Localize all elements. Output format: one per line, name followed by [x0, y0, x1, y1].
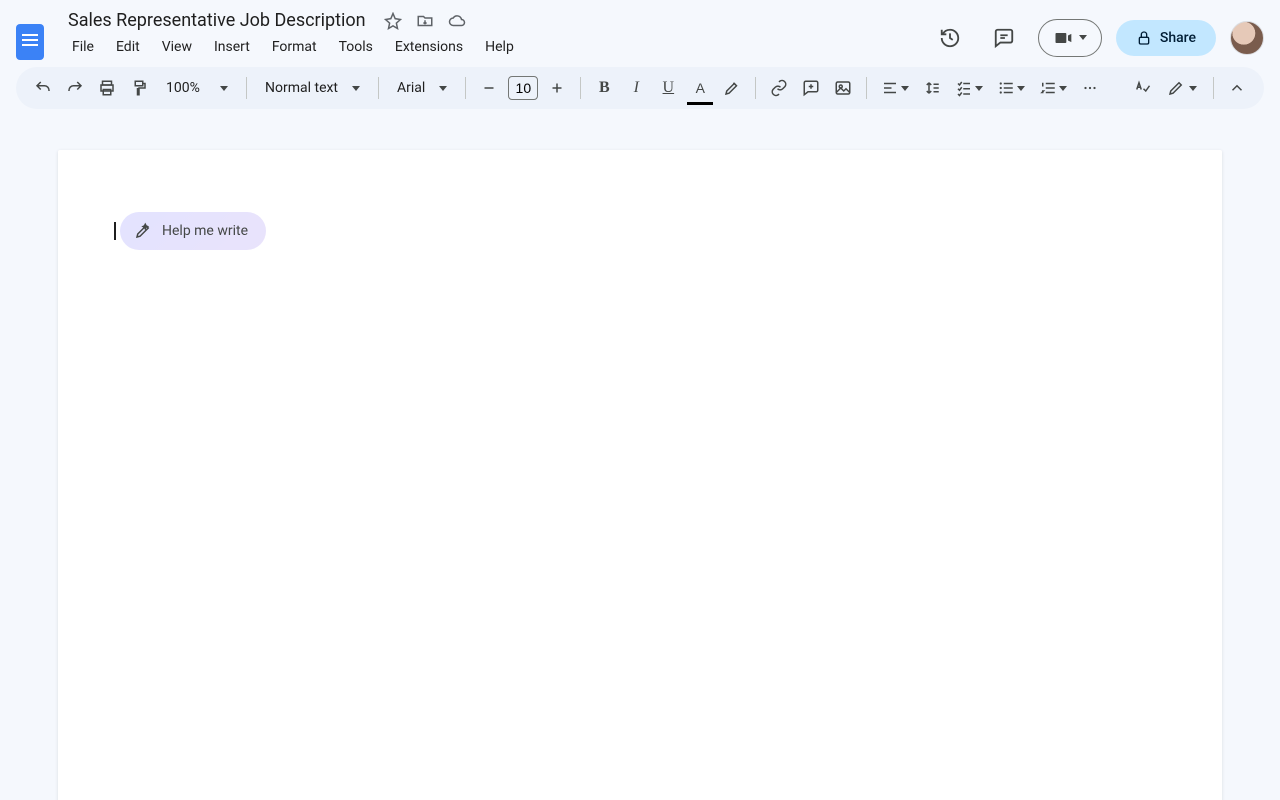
- italic-button[interactable]: I: [621, 73, 651, 103]
- paragraph-style-value: Normal text: [265, 80, 338, 96]
- insert-link-button[interactable]: [764, 73, 794, 103]
- underline-button[interactable]: U: [653, 73, 683, 103]
- font-family-value: Arial: [397, 80, 425, 96]
- align-button[interactable]: [875, 73, 915, 103]
- increase-font-size-button[interactable]: [542, 73, 572, 103]
- chevron-down-icon: [352, 86, 360, 91]
- star-icon[interactable]: [384, 12, 402, 30]
- chevron-down-icon: [439, 86, 447, 91]
- cloud-saved-icon[interactable]: [448, 12, 466, 30]
- menu-tools[interactable]: Tools: [329, 35, 383, 59]
- insert-image-button[interactable]: [828, 73, 858, 103]
- menu-bar: File Edit View Insert Format Tools Exten…: [62, 33, 524, 67]
- menu-insert[interactable]: Insert: [204, 35, 260, 59]
- chevron-down-icon: [975, 86, 983, 91]
- chevron-down-icon: [901, 86, 909, 91]
- font-size-input[interactable]: [508, 76, 538, 100]
- move-icon[interactable]: [416, 12, 434, 30]
- share-button[interactable]: Share: [1116, 20, 1216, 56]
- menu-help[interactable]: Help: [475, 35, 524, 59]
- separator: [755, 77, 756, 99]
- line-spacing-button[interactable]: [917, 73, 947, 103]
- zoom-dropdown[interactable]: 100%: [156, 73, 238, 103]
- menu-view[interactable]: View: [152, 35, 202, 59]
- magic-pen-icon: [134, 222, 152, 240]
- chevron-down-icon: [1059, 86, 1067, 91]
- add-comment-button[interactable]: [796, 73, 826, 103]
- separator: [1213, 77, 1214, 99]
- separator: [580, 77, 581, 99]
- chevron-down-icon: [220, 86, 228, 91]
- text-color-button[interactable]: A: [685, 73, 715, 103]
- print-button[interactable]: [92, 73, 122, 103]
- separator: [378, 77, 379, 99]
- font-family-dropdown[interactable]: Arial: [387, 73, 457, 103]
- spellcheck-button[interactable]: [1127, 73, 1157, 103]
- separator: [866, 77, 867, 99]
- decrease-font-size-button[interactable]: [474, 73, 504, 103]
- chevron-down-icon: [1017, 86, 1025, 91]
- document-title[interactable]: Sales Representative Job Description: [62, 8, 372, 33]
- chevron-down-icon: [1189, 86, 1197, 91]
- bulleted-list-button[interactable]: [991, 73, 1031, 103]
- menu-extensions[interactable]: Extensions: [385, 35, 473, 59]
- menu-format[interactable]: Format: [262, 35, 327, 59]
- docs-logo-icon[interactable]: [16, 24, 44, 60]
- bold-button[interactable]: B: [589, 73, 619, 103]
- more-options-button[interactable]: [1075, 73, 1105, 103]
- help-me-write-chip[interactable]: Help me write: [120, 212, 266, 250]
- paragraph-style-dropdown[interactable]: Normal text: [255, 73, 370, 103]
- version-history-icon[interactable]: [930, 18, 970, 58]
- text-cursor: [114, 222, 116, 240]
- redo-button[interactable]: [60, 73, 90, 103]
- document-page[interactable]: Help me write: [58, 150, 1222, 800]
- share-label: Share: [1160, 30, 1196, 46]
- undo-button[interactable]: [28, 73, 58, 103]
- comments-icon[interactable]: [984, 18, 1024, 58]
- menu-file[interactable]: File: [62, 35, 104, 59]
- separator: [246, 77, 247, 99]
- toolbar: 100% Normal text Arial B I U A: [16, 67, 1264, 109]
- menu-edit[interactable]: Edit: [106, 35, 150, 59]
- numbered-list-button[interactable]: [1033, 73, 1073, 103]
- chevron-down-icon: [1079, 35, 1087, 40]
- editing-mode-button[interactable]: [1159, 73, 1205, 103]
- document-canvas[interactable]: Help me write: [0, 120, 1280, 800]
- checklist-button[interactable]: [949, 73, 989, 103]
- title-bar: Sales Representative Job Description Fil…: [0, 0, 1280, 67]
- lock-icon: [1136, 30, 1152, 46]
- paint-format-button[interactable]: [124, 73, 154, 103]
- account-avatar[interactable]: [1230, 21, 1264, 55]
- highlight-color-button[interactable]: [717, 73, 747, 103]
- help-me-write-label: Help me write: [162, 223, 248, 239]
- meet-button[interactable]: [1038, 19, 1102, 57]
- separator: [465, 77, 466, 99]
- zoom-value: 100%: [166, 80, 206, 96]
- hide-menus-button[interactable]: [1222, 73, 1252, 103]
